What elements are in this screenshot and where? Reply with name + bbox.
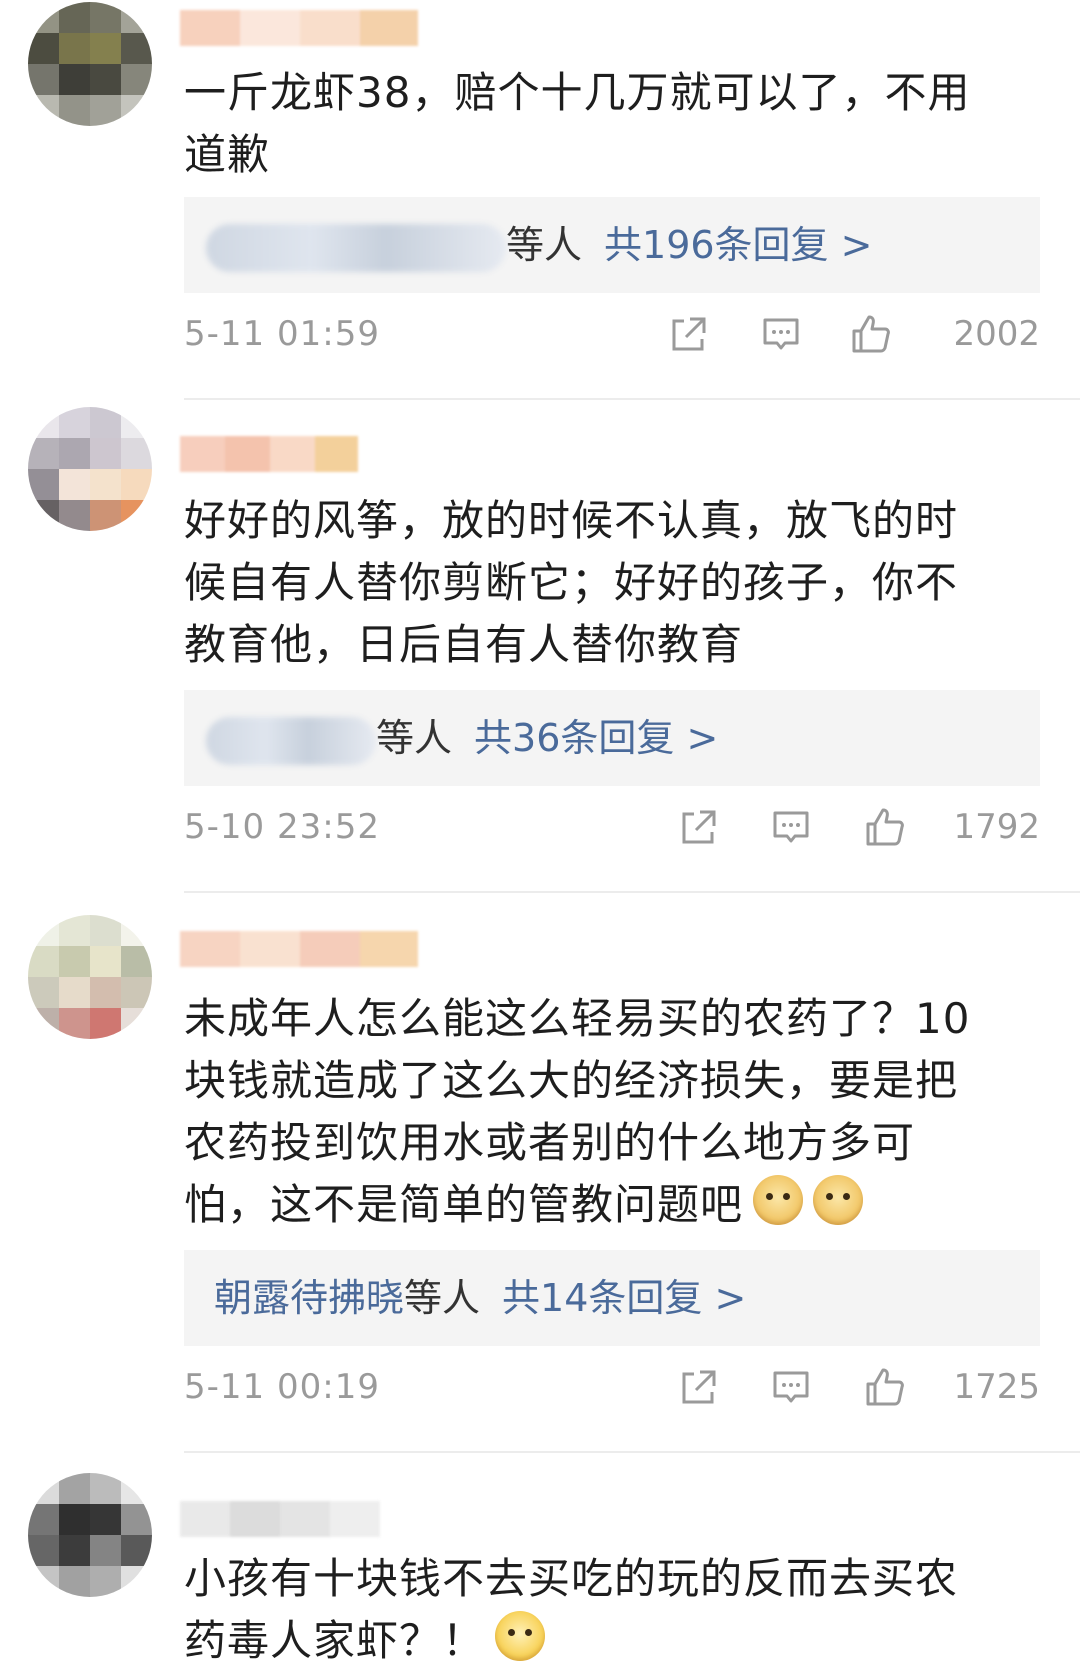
reply-users-suffix: 等人 [506, 223, 583, 267]
divider [184, 891, 1080, 893]
share-icon[interactable] [678, 806, 720, 848]
divider [184, 398, 1080, 400]
username-redacted[interactable] [180, 10, 418, 46]
comment-icon[interactable] [770, 806, 812, 848]
timestamp: 5-11 00:19 [184, 1367, 380, 1407]
comment-icon[interactable] [760, 313, 802, 355]
reply-count-link[interactable]: 共196条回复 > [604, 223, 872, 267]
comment-meta: 5-11 00:19 1725 [184, 1362, 1040, 1412]
reply-count-link[interactable]: 共36条回复 > [474, 716, 718, 760]
timestamp: 5-10 23:52 [184, 807, 380, 847]
avatar[interactable] [28, 2, 152, 126]
avatar[interactable] [28, 1473, 152, 1597]
share-icon[interactable] [678, 1366, 720, 1408]
reply-user-link[interactable]: 朝露待拂晓 [214, 1276, 404, 1320]
thumbs-up-icon[interactable] [850, 313, 892, 355]
like-count: 1792 [953, 807, 1040, 847]
doge-emoji [753, 1175, 804, 1225]
reply-users-redacted [206, 223, 506, 272]
reply-users-redacted [206, 716, 376, 765]
comment-text: 好好的风筝，放的时候不认真，放飞的时候自有人替你剪断它；好好的孩子，你不教育他，… [184, 496, 959, 669]
share-icon[interactable] [668, 313, 710, 355]
doge-emoji [813, 1175, 864, 1225]
avatar[interactable] [28, 407, 152, 531]
reply-users-suffix: 等人 [376, 716, 453, 760]
comment-meta: 5-11 01:59 2002 [184, 309, 1040, 359]
reply-count-link[interactable]: 共14条回复 > [502, 1276, 746, 1320]
replies-summary[interactable]: 朝露待拂晓等人 共14条回复 > [184, 1250, 1040, 1346]
replies-summary[interactable]: 等人 共196条回复 > [184, 197, 1040, 293]
comment-text-content: 小孩有十块钱不去买吃的玩的反而去买农药毒人家虾？！ [184, 1554, 959, 1665]
thumbs-up-icon[interactable] [864, 806, 906, 848]
thumbs-up-icon[interactable] [864, 1366, 906, 1408]
comment-icon[interactable] [770, 1366, 812, 1408]
username-redacted[interactable] [180, 436, 358, 472]
comment-text: 一斤龙虾38，赔个十几万就可以了，不用道歉 [184, 68, 971, 179]
username-redacted[interactable] [180, 1501, 380, 1537]
comment-text: 未成年人怎么能这么轻易买的农药了？10块钱就造成了这么大的经济损失，要是把农药投… [184, 988, 974, 1236]
like-count: 2002 [953, 314, 1040, 354]
comment-text: 小孩有十块钱不去买吃的玩的反而去买农药毒人家虾？！ [184, 1548, 974, 1672]
shush-emoji [495, 1611, 546, 1661]
avatar[interactable] [28, 915, 152, 1039]
replies-summary[interactable]: 等人 共36条回复 > [184, 690, 1040, 786]
like-count: 1725 [953, 1367, 1040, 1407]
divider [184, 1451, 1080, 1453]
reply-users-suffix: 等人 [404, 1276, 481, 1320]
username-redacted[interactable] [180, 931, 418, 967]
timestamp: 5-11 01:59 [184, 314, 380, 354]
comment-meta: 5-10 23:52 1792 [184, 802, 1040, 852]
